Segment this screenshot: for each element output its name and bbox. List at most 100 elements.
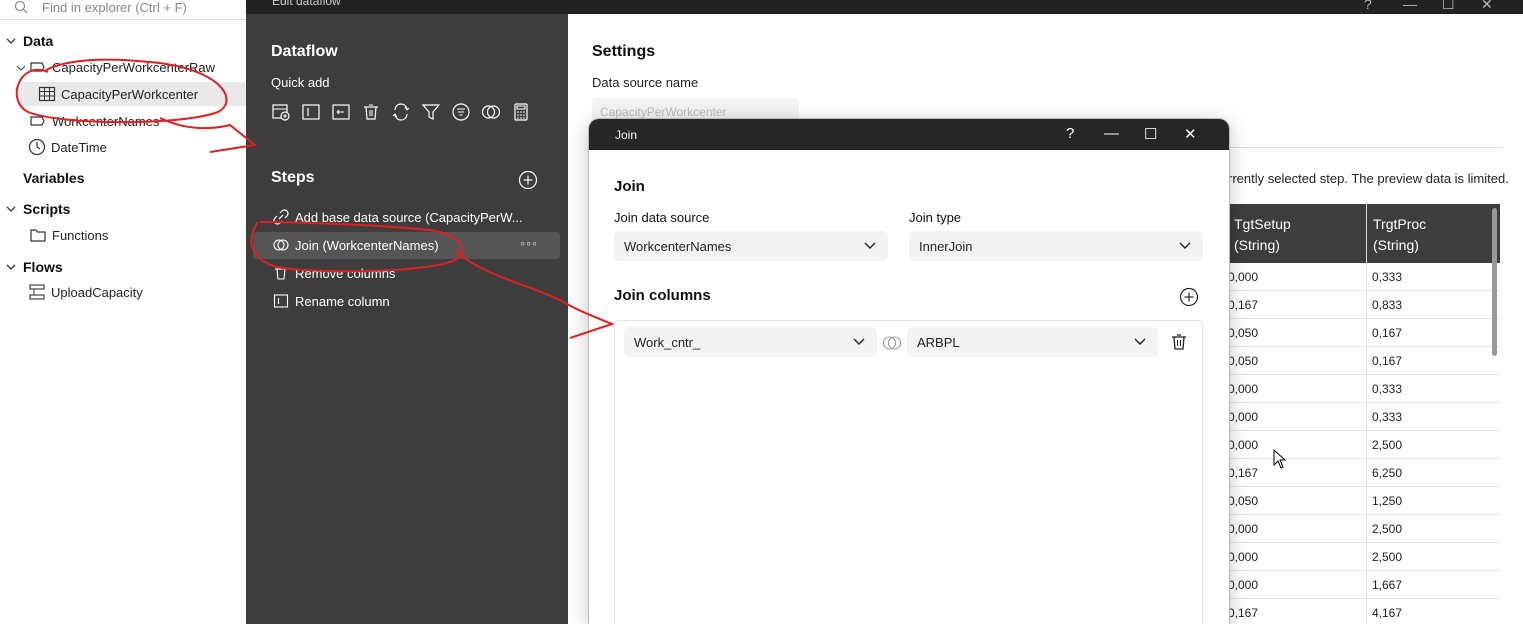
chevron-down-icon[interactable]: [6, 262, 16, 272]
step-label: Rename column: [295, 294, 390, 309]
step-remove-columns[interactable]: Remove columns: [253, 260, 560, 287]
table-cell[interactable]: 2,500: [1366, 431, 1500, 459]
table-cell[interactable]: 0,000: [1228, 515, 1366, 543]
close-icon[interactable]: ✕: [1184, 125, 1197, 143]
select-value: ARBPL: [917, 335, 960, 350]
column-type: (String): [1373, 237, 1419, 253]
maximize-icon[interactable]: ☐: [1442, 0, 1455, 13]
table-cell[interactable]: 0,167: [1228, 599, 1366, 624]
mouse-cursor-icon: [1273, 449, 1287, 469]
preview-table[interactable]: TgtSetup (String) TrgtProc (String) 0,00…: [1228, 204, 1500, 624]
column-divider: [1366, 204, 1367, 624]
preview-note: rrently selected step. The preview data …: [1228, 171, 1509, 186]
join-type-select[interactable]: InnerJoin: [909, 231, 1203, 261]
sort-icon[interactable]: [451, 102, 471, 122]
preview-scrollbar[interactable]: [1490, 204, 1500, 624]
search-placeholder: Find in explorer (Ctrl + F): [42, 0, 187, 15]
table-cell[interactable]: 0,000: [1228, 543, 1366, 571]
join-data-source-select[interactable]: WorkcenterNames: [614, 231, 888, 261]
join-dialog-titlebar: Join ? — ☐ ✕: [589, 119, 1229, 150]
section-data[interactable]: Data: [0, 29, 246, 53]
tree-item-label: Functions: [52, 227, 109, 243]
section-scripts[interactable]: Scripts: [0, 197, 246, 221]
table-cell[interactable]: 0,167: [1366, 319, 1500, 347]
table-cell[interactable]: 0,050: [1228, 347, 1366, 375]
filter-icon[interactable]: [421, 102, 441, 122]
table-cell[interactable]: 0,333: [1366, 263, 1500, 291]
column-header-trgtproc[interactable]: TrgtProc (String): [1366, 204, 1500, 263]
add-data-source-icon[interactable]: [271, 102, 291, 122]
explorer-search[interactable]: Find in explorer (Ctrl + F): [0, 0, 246, 20]
step-rename-column[interactable]: Rename column: [253, 288, 560, 315]
tree-item-functions[interactable]: Functions: [0, 223, 246, 247]
close-icon[interactable]: ✕: [1481, 0, 1493, 13]
table-cell[interactable]: 0,333: [1366, 403, 1500, 431]
steps-title: Steps: [271, 169, 315, 186]
table-cell[interactable]: 0,167: [1228, 459, 1366, 487]
tree-item-workcenter-names[interactable]: WorkcenterNames: [0, 109, 246, 133]
refresh-icon[interactable]: [391, 102, 411, 122]
add-join-column-icon[interactable]: [1179, 287, 1199, 307]
data-source-icon: [30, 116, 45, 126]
step-add-base-data-source[interactable]: Add base data source (CapacityPerW...: [253, 204, 560, 231]
add-column-icon[interactable]: [301, 102, 321, 122]
column-header-tgtsetup[interactable]: TgtSetup (String): [1228, 204, 1366, 263]
minimize-icon[interactable]: —: [1403, 0, 1417, 12]
clock-icon: [28, 138, 46, 156]
chevron-down-icon[interactable]: [16, 63, 26, 73]
table-cell[interactable]: 2,500: [1366, 515, 1500, 543]
tree-item-label: WorkcenterNames: [52, 113, 160, 129]
chevron-down-icon: [853, 338, 865, 345]
scrollbar-thumb[interactable]: [1492, 208, 1497, 356]
tree-item-upload-capacity[interactable]: UploadCapacity: [0, 280, 246, 304]
tree-item-capacity[interactable]: CapacityPerWorkcenter: [18, 82, 246, 106]
section-scripts-label: Scripts: [23, 201, 71, 217]
table-cell[interactable]: 0,000: [1228, 403, 1366, 431]
table-cell[interactable]: 0,050: [1228, 319, 1366, 347]
right-join-column-select[interactable]: ARBPL: [907, 327, 1158, 357]
rename-icon[interactable]: [331, 102, 351, 122]
step-join[interactable]: Join (WorkcenterNames) ◦◦◦: [253, 232, 560, 259]
section-variables-label: Variables: [23, 170, 85, 186]
folder-icon: [30, 229, 46, 242]
more-options-icon[interactable]: ◦◦◦: [520, 235, 538, 251]
table-cell[interactable]: 0,000: [1228, 263, 1366, 291]
table-cell[interactable]: 6,250: [1366, 459, 1500, 487]
chevron-down-icon[interactable]: [6, 204, 16, 214]
delete-icon[interactable]: [361, 102, 381, 122]
left-join-column-select[interactable]: Work_cntr_: [624, 327, 877, 357]
section-flows[interactable]: Flows: [0, 255, 246, 279]
column-name: TgtSetup: [1234, 216, 1291, 232]
minimize-icon[interactable]: —: [1104, 125, 1119, 142]
maximize-icon[interactable]: ☐: [1144, 125, 1157, 143]
quick-add-label: Quick add: [271, 75, 330, 90]
table-cell[interactable]: 0,167: [1366, 347, 1500, 375]
chevron-down-icon[interactable]: [6, 36, 16, 46]
flow-icon: [29, 284, 45, 300]
table-cell[interactable]: 0,050: [1228, 487, 1366, 515]
tree-item-label: DateTime: [51, 139, 107, 155]
calculator-icon[interactable]: [511, 102, 531, 122]
table-cell[interactable]: 0,333: [1366, 375, 1500, 403]
add-step-icon[interactable]: [518, 170, 538, 190]
table-cell[interactable]: 0,833: [1366, 291, 1500, 319]
delete-icon[interactable]: [1170, 333, 1188, 351]
help-icon[interactable]: ?: [1066, 125, 1074, 142]
tree-item-datetime[interactable]: DateTime: [0, 135, 246, 159]
tree-item-label: UploadCapacity: [51, 284, 143, 300]
table-cell[interactable]: 0,000: [1228, 375, 1366, 403]
window-title: Edit dataflow: [272, 0, 341, 8]
table-cell[interactable]: 1,667: [1366, 571, 1500, 599]
table-cell[interactable]: 0,000: [1228, 431, 1366, 459]
help-icon[interactable]: ?: [1364, 0, 1372, 12]
settings-title: Settings: [592, 43, 656, 60]
join-icon[interactable]: [481, 102, 501, 122]
table-cell[interactable]: 0,167: [1228, 291, 1366, 319]
dataflow-title: Dataflow: [271, 43, 338, 60]
table-cell[interactable]: 0,000: [1228, 571, 1366, 599]
section-variables[interactable]: Variables: [0, 166, 246, 190]
table-cell[interactable]: 1,250: [1366, 487, 1500, 515]
table-cell[interactable]: 2,500: [1366, 543, 1500, 571]
tree-item-capacity-raw[interactable]: CapacityPerWorkcenterRaw: [0, 55, 246, 79]
table-cell[interactable]: 4,167: [1366, 599, 1500, 624]
